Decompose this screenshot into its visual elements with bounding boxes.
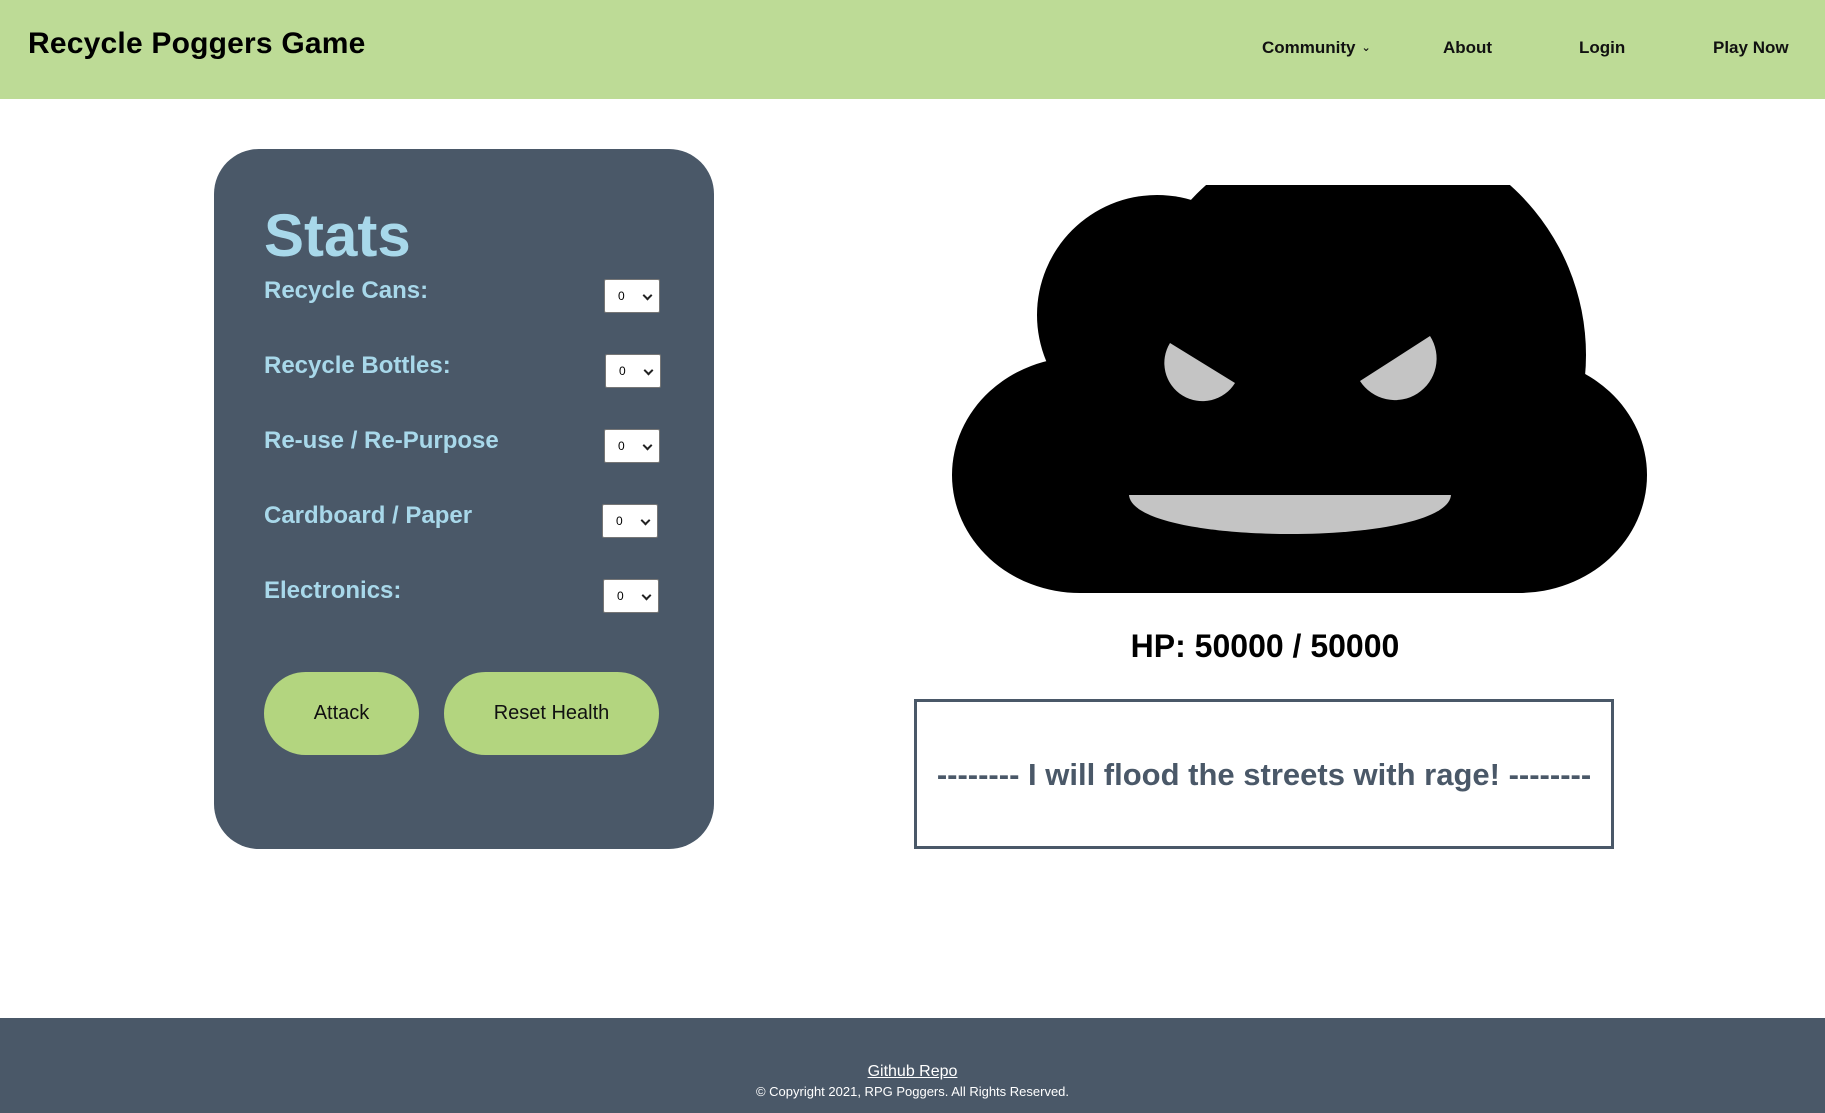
recycle-bottles-value: 0 — [619, 364, 626, 378]
stat-label-cardboard-paper: Cardboard / Paper — [264, 502, 473, 529]
footer-link-wrapper: Github Repo — [0, 1063, 1825, 1081]
monster-message: -------- I will flood the streets with r… — [936, 757, 1592, 792]
chevron-down-icon — [642, 290, 653, 301]
electronics-select[interactable]: 0 — [603, 579, 659, 613]
chevron-down-icon — [643, 365, 654, 376]
recycle-cans-select[interactable]: 0 — [604, 279, 660, 313]
stat-label-recycle-cans: Recycle Cans: — [264, 277, 429, 304]
chevron-down-icon — [642, 440, 653, 451]
angry-cloud-monster-icon — [952, 185, 1647, 593]
nav-about-link[interactable]: About — [1443, 38, 1492, 58]
cardboard-paper-value: 0 — [616, 514, 623, 528]
recycle-bottles-select[interactable]: 0 — [605, 354, 661, 388]
reuse-repurpose-select[interactable]: 0 — [604, 429, 660, 463]
nav-community-label: Community — [1262, 38, 1356, 57]
nav-community-dropdown[interactable]: Community ⌄ — [1262, 38, 1371, 58]
reuse-repurpose-value: 0 — [618, 439, 625, 453]
brand-title[interactable]: Recycle Poggers Game — [28, 27, 366, 61]
nav-play-now-link[interactable]: Play Now — [1713, 38, 1789, 58]
github-repo-link[interactable]: Github Repo — [868, 1063, 958, 1080]
cardboard-paper-select[interactable]: 0 — [602, 504, 658, 538]
electronics-value: 0 — [617, 589, 624, 603]
stats-title: Stats — [264, 202, 411, 269]
chevron-down-icon — [641, 590, 652, 601]
attack-button[interactable]: Attack — [264, 672, 419, 755]
stat-label-recycle-bottles: Recycle Bottles: — [264, 352, 451, 379]
monster-hp-text: HP: 50000 / 50000 — [1130, 628, 1400, 664]
stat-label-electronics: Electronics: — [264, 577, 402, 604]
footer: Github Repo © Copyright 2021, RPG Pogger… — [0, 1018, 1825, 1113]
reset-health-button[interactable]: Reset Health — [444, 672, 659, 755]
nav-login-link[interactable]: Login — [1579, 38, 1625, 58]
stats-panel: Stats Recycle Cans: 0 Recycle Bottles: 0… — [214, 149, 714, 849]
chevron-down-icon: ⌄ — [1361, 42, 1371, 54]
top-navbar: Recycle Poggers Game Community ⌄ About Lo… — [0, 0, 1825, 99]
footer-copyright: © Copyright 2021, RPG Poggers. All Right… — [755, 1084, 1070, 1099]
stat-label-reuse-repurpose: Re-use / Re-Purpose — [264, 427, 499, 454]
recycle-cans-value: 0 — [618, 289, 625, 303]
chevron-down-icon — [640, 515, 651, 526]
monster-message-box: -------- I will flood the streets with r… — [914, 699, 1614, 849]
